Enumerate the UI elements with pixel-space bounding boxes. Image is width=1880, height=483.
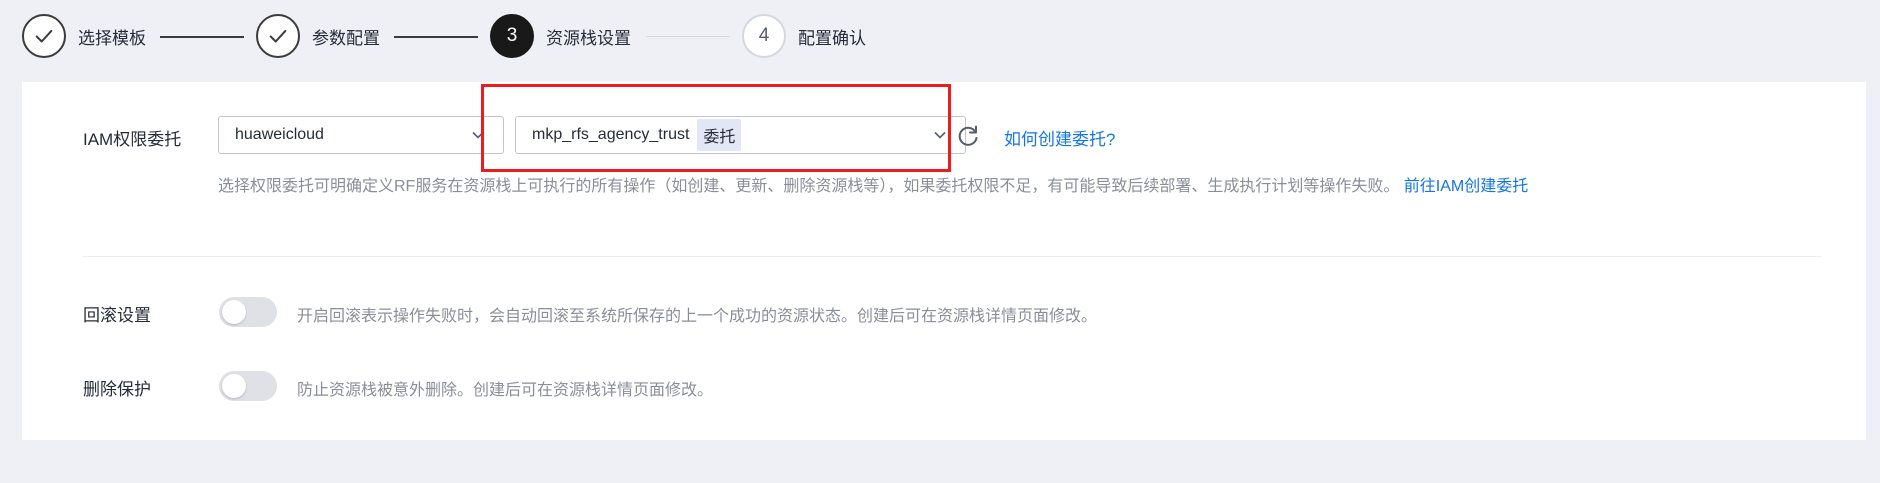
delete-protection-label: 删除保护 xyxy=(83,380,151,399)
agency-select-value: mkp_rfs_agency_trust xyxy=(532,126,690,143)
refresh-icon[interactable] xyxy=(955,123,981,149)
step-parameter-config[interactable]: 参数配置 xyxy=(256,12,380,60)
section-divider xyxy=(82,256,1822,257)
step-3-label: 资源栈设置 xyxy=(546,28,631,48)
step-connector-1 xyxy=(160,36,244,38)
delete-protection-toggle-knob xyxy=(222,374,246,398)
delete-protection-description: 防止资源栈被意外删除。创建后可在资源栈详情页面修改。 xyxy=(297,382,714,399)
iam-description: 选择权限委托可明确定义RF服务在资源栈上可执行的所有操作（如创建、更新、删除资源… xyxy=(218,172,1528,196)
step-4-number: 4 xyxy=(742,14,786,58)
iam-agency-label: IAM权限委托 xyxy=(83,130,182,149)
step-4-label: 配置确认 xyxy=(798,28,866,48)
step-connector-2 xyxy=(394,36,478,38)
iam-description-text: 选择权限委托可明确定义RF服务在资源栈上可执行的所有操作（如创建、更新、删除资源… xyxy=(218,178,1400,195)
rollback-toggle-knob xyxy=(222,300,246,324)
rollback-label: 回滚设置 xyxy=(83,306,151,325)
delete-protection-toggle[interactable] xyxy=(219,371,277,401)
agency-select[interactable]: mkp_rfs_agency_trust 委托 xyxy=(515,116,966,154)
step-2-check-icon xyxy=(256,14,300,58)
step-stack-settings[interactable]: 3 资源栈设置 xyxy=(490,12,631,60)
step-connector-3 xyxy=(646,36,730,37)
rollback-description: 开启回滚表示操作失败时，会自动回滚至系统所保存的上一个成功的资源状态。创建后可在… xyxy=(297,308,1098,325)
step-3-number: 3 xyxy=(490,14,534,58)
step-1-check-icon xyxy=(22,14,66,58)
step-1-label: 选择模板 xyxy=(78,28,146,48)
provider-select[interactable]: huaweicloud xyxy=(218,116,504,154)
step-confirm[interactable]: 4 配置确认 xyxy=(742,12,866,60)
stepper: 选择模板 参数配置 3 资源栈设置 4 配置确认 xyxy=(22,12,1022,60)
step-select-template[interactable]: 选择模板 xyxy=(22,12,146,60)
go-to-iam-link[interactable]: 前往IAM创建委托 xyxy=(1404,178,1528,195)
chevron-down-icon xyxy=(934,131,946,139)
step-2-label: 参数配置 xyxy=(312,28,380,48)
how-to-create-agency-link[interactable]: 如何创建委托? xyxy=(1004,125,1115,150)
stack-settings-card: IAM权限委托 huaweicloud mkp_rfs_agency_trust… xyxy=(22,82,1866,440)
rollback-toggle[interactable] xyxy=(219,297,277,327)
chevron-down-icon xyxy=(472,131,484,139)
provider-select-value: huaweicloud xyxy=(235,126,324,143)
agency-type-tag: 委托 xyxy=(697,119,742,151)
